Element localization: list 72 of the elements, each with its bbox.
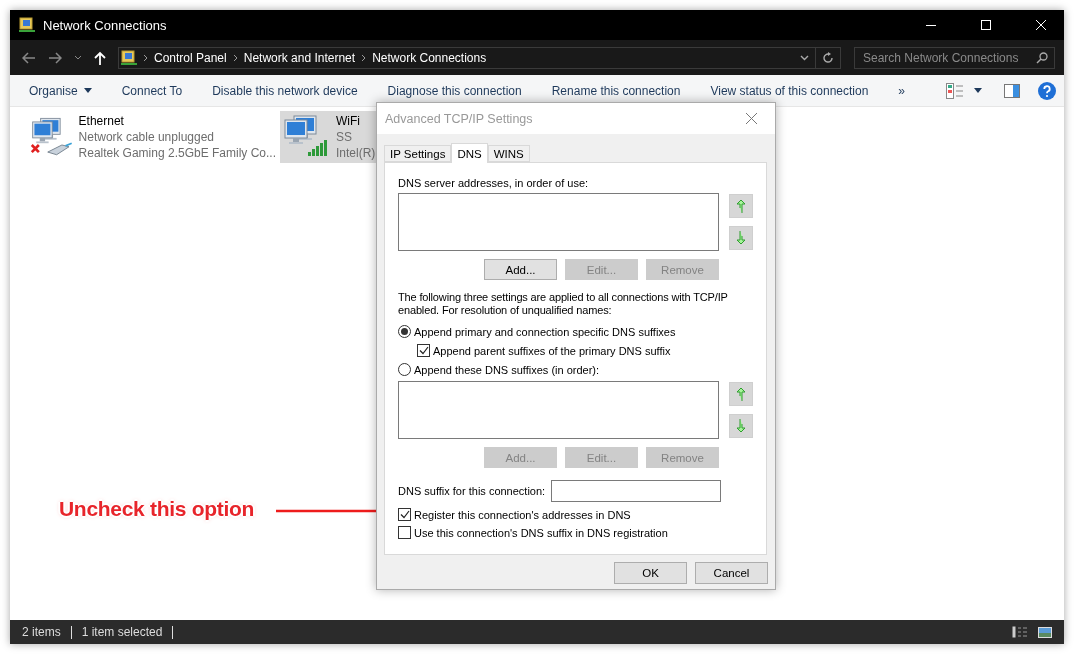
section-label: DNS server addresses, in order of use: [398, 177, 590, 189]
network-folder-icon [19, 17, 35, 33]
breadcrumb[interactable]: Network Connections [372, 50, 487, 65]
dialog-button[interactable]: OK [614, 562, 687, 584]
preview-pane-icon [1004, 83, 1020, 98]
help-icon [1038, 81, 1056, 100]
search-field[interactable]: Search Network Connections [854, 46, 1055, 69]
connection-status: SS [336, 129, 353, 145]
toolbar-button[interactable]: Connect To [112, 79, 192, 102]
connection-name: Ethernet [78, 113, 125, 129]
up-arrow-icon [94, 50, 106, 65]
radio-button[interactable] [398, 363, 411, 376]
description-text: The following three settings are applied to all connections with TCP/IP enabled. For resolution of unqualified names: [398, 291, 729, 317]
list-box[interactable] [398, 381, 719, 439]
large-icons-view-icon [1038, 626, 1052, 638]
field-label: DNS suffix for this connection: [398, 485, 546, 497]
dialog-button[interactable]: Add... [484, 259, 557, 280]
toolbar-button[interactable]: View status of this connection [701, 79, 878, 102]
chevron-down-icon [74, 54, 82, 61]
move-up-icon [736, 387, 746, 401]
toolbar-button[interactable]: Disable this network device [203, 79, 367, 102]
window-title: Network Connections [43, 17, 168, 33]
dialog-button[interactable]: Cancel [695, 562, 768, 584]
chevron-icon [232, 53, 238, 62]
move-down-icon [736, 231, 746, 245]
move-up-icon [736, 199, 746, 213]
status-text: 1 item selected [81, 625, 163, 639]
address-bar[interactable]: Control Panel Network and Internet Network Connections [118, 46, 841, 69]
toolbar-button[interactable]: Organise [20, 79, 101, 102]
control-panel-icon [121, 49, 137, 66]
close-icon [746, 113, 757, 124]
radio-button[interactable] [398, 325, 411, 338]
dns-suffix-field[interactable] [551, 480, 722, 502]
connection-name: WiFi [336, 113, 361, 129]
tab[interactable]: DNS [451, 143, 488, 163]
option-label: Append parent suffixes of the primary DNS suffix [433, 344, 671, 357]
adapter-name: Intel(R) [336, 145, 376, 161]
forward-arrow-icon [48, 51, 62, 64]
search-icon [1036, 51, 1048, 64]
chevron-icon [143, 53, 148, 62]
status-text: 2 items [22, 625, 61, 639]
option-label: Append these DNS suffixes (in order): [414, 363, 600, 376]
tab[interactable]: WINS [487, 145, 530, 162]
dropdown-icon [800, 54, 809, 61]
refresh-icon [822, 51, 834, 64]
dialog-title: Advanced TCP/IP Settings [385, 111, 534, 126]
checkbox[interactable] [398, 526, 411, 539]
breadcrumb[interactable]: Control Panel [154, 50, 227, 65]
toolbar-button[interactable]: Rename this connection [542, 79, 690, 102]
list-box[interactable] [398, 193, 719, 251]
view-options-icon [946, 82, 964, 99]
option-label: Append primary and connection specific DNS suffixes [414, 325, 676, 338]
checkbox[interactable] [417, 344, 430, 357]
adapter-name: Realtek Gaming 2.5GbE Family Co... [78, 145, 276, 161]
connection-item[interactable]: Ethernet Network cable unplugged Realtek Gaming 2.5GbE Family Co... [28, 111, 276, 163]
annotation-text: Uncheck this option [59, 497, 254, 521]
breadcrumb[interactable]: Network and Internet [243, 50, 356, 65]
caret-icon [83, 88, 92, 93]
move-down-icon [736, 419, 746, 433]
back-arrow-icon [22, 51, 36, 64]
caret-icon [974, 88, 982, 93]
option-label: Register this connection's addresses in DNS [414, 508, 631, 521]
tab[interactable]: IP Settings [384, 145, 452, 162]
close-icon [1035, 20, 1046, 30]
checkbox[interactable] [398, 508, 411, 521]
more-button[interactable]: » [889, 79, 914, 102]
maximize-icon [980, 20, 991, 30]
chevron-icon [361, 53, 367, 62]
toolbar-button[interactable]: Diagnose this connection [378, 79, 531, 102]
connection-status: Network cable unplugged [78, 129, 215, 145]
details-view-icon [1012, 626, 1028, 638]
option-label: Use this connection's DNS suffix in DNS registration [414, 526, 668, 539]
